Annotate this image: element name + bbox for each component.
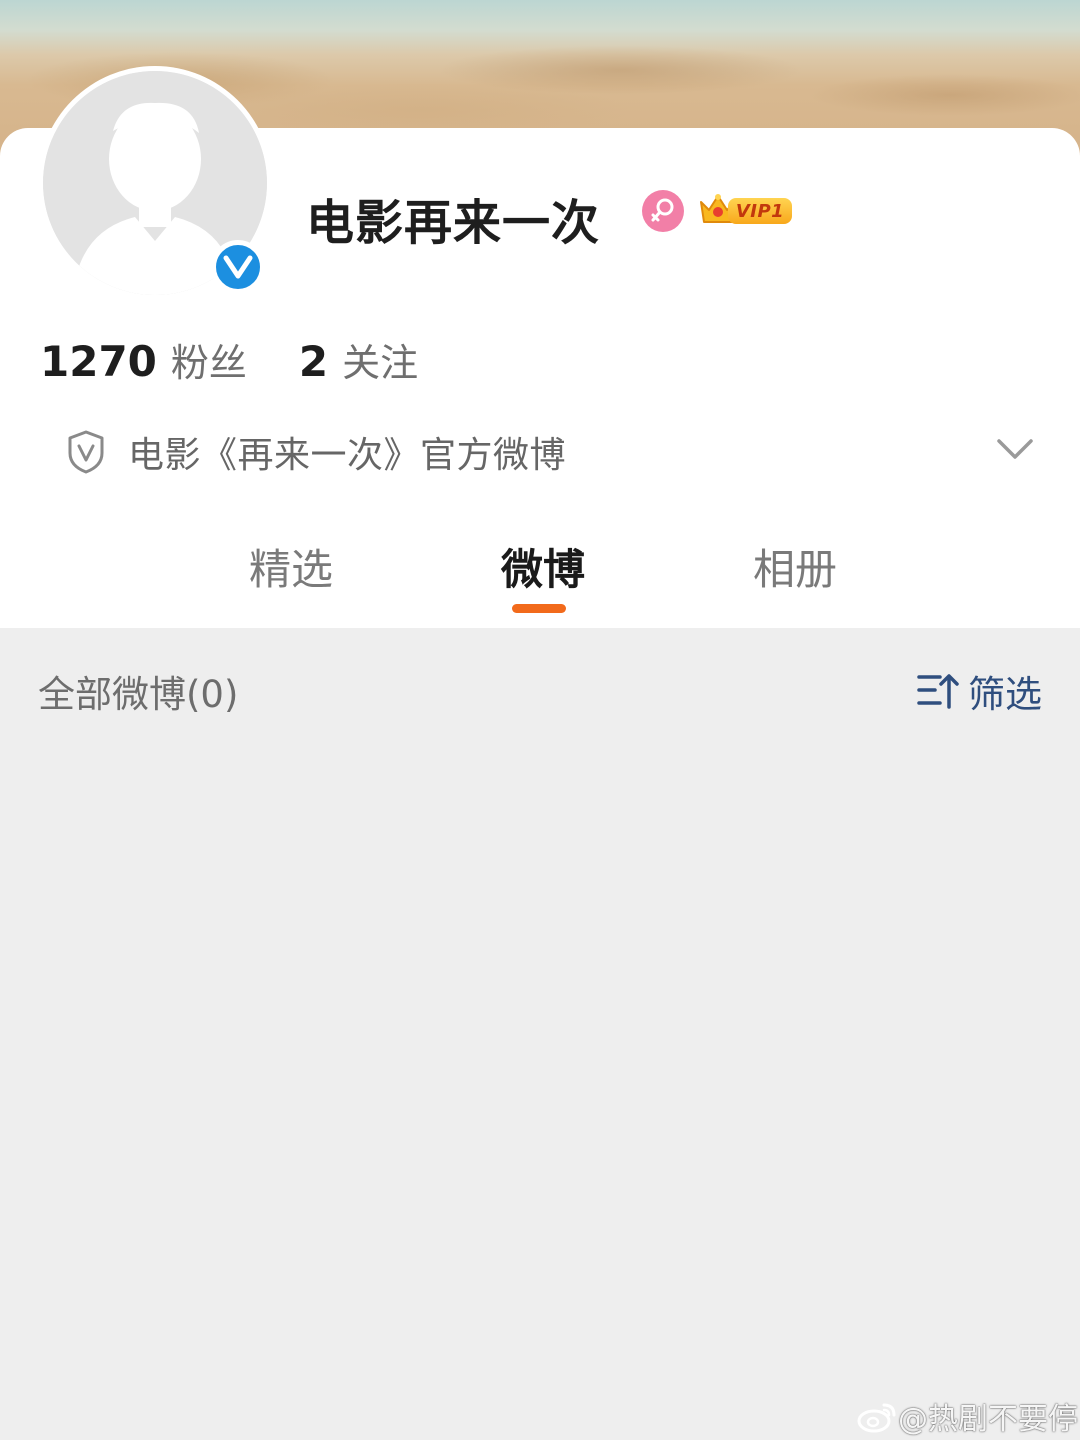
- filter-button[interactable]: 筛选: [916, 664, 1042, 718]
- active-tab-indicator: [512, 604, 566, 613]
- all-posts-count: 全部微博(0): [38, 673, 239, 716]
- tab-weibo[interactable]: 微博: [501, 536, 585, 597]
- shield-check-icon: [68, 430, 104, 474]
- verification-text: 电影《再来一次》官方微博: [128, 435, 567, 476]
- vip-badge[interactable]: VIP1: [698, 192, 794, 228]
- weibo-logo-icon: [857, 1403, 896, 1433]
- following-label[interactable]: 关注: [342, 332, 418, 387]
- filter-label: 筛选: [968, 673, 1042, 716]
- following-count[interactable]: 2: [299, 337, 328, 386]
- vip-level-label: VIP1: [728, 198, 792, 224]
- followers-label[interactable]: 粉丝: [171, 332, 247, 387]
- watermark: @热剧不要停: [856, 1394, 1078, 1438]
- profile-stats: 1270 粉丝 2 关注: [40, 332, 418, 387]
- verification-info[interactable]: 电影《再来一次》官方微博: [66, 426, 566, 478]
- sort-filter-icon: [917, 674, 959, 709]
- profile-name: 电影再来一次: [306, 195, 601, 251]
- followers-count[interactable]: 1270: [40, 337, 157, 386]
- chevron-down-icon[interactable]: [996, 436, 1034, 462]
- tab-featured[interactable]: 精选: [249, 536, 333, 597]
- tab-album[interactable]: 相册: [753, 536, 837, 597]
- profile-page: 电影再来一次 VIP1 1270 粉丝 2 关注 电影《再来一次》官方微博 精选: [0, 0, 1080, 1440]
- female-gender-icon: [642, 190, 684, 232]
- watermark-text: @热剧不要停: [898, 1402, 1078, 1437]
- verified-v-icon: [211, 240, 265, 294]
